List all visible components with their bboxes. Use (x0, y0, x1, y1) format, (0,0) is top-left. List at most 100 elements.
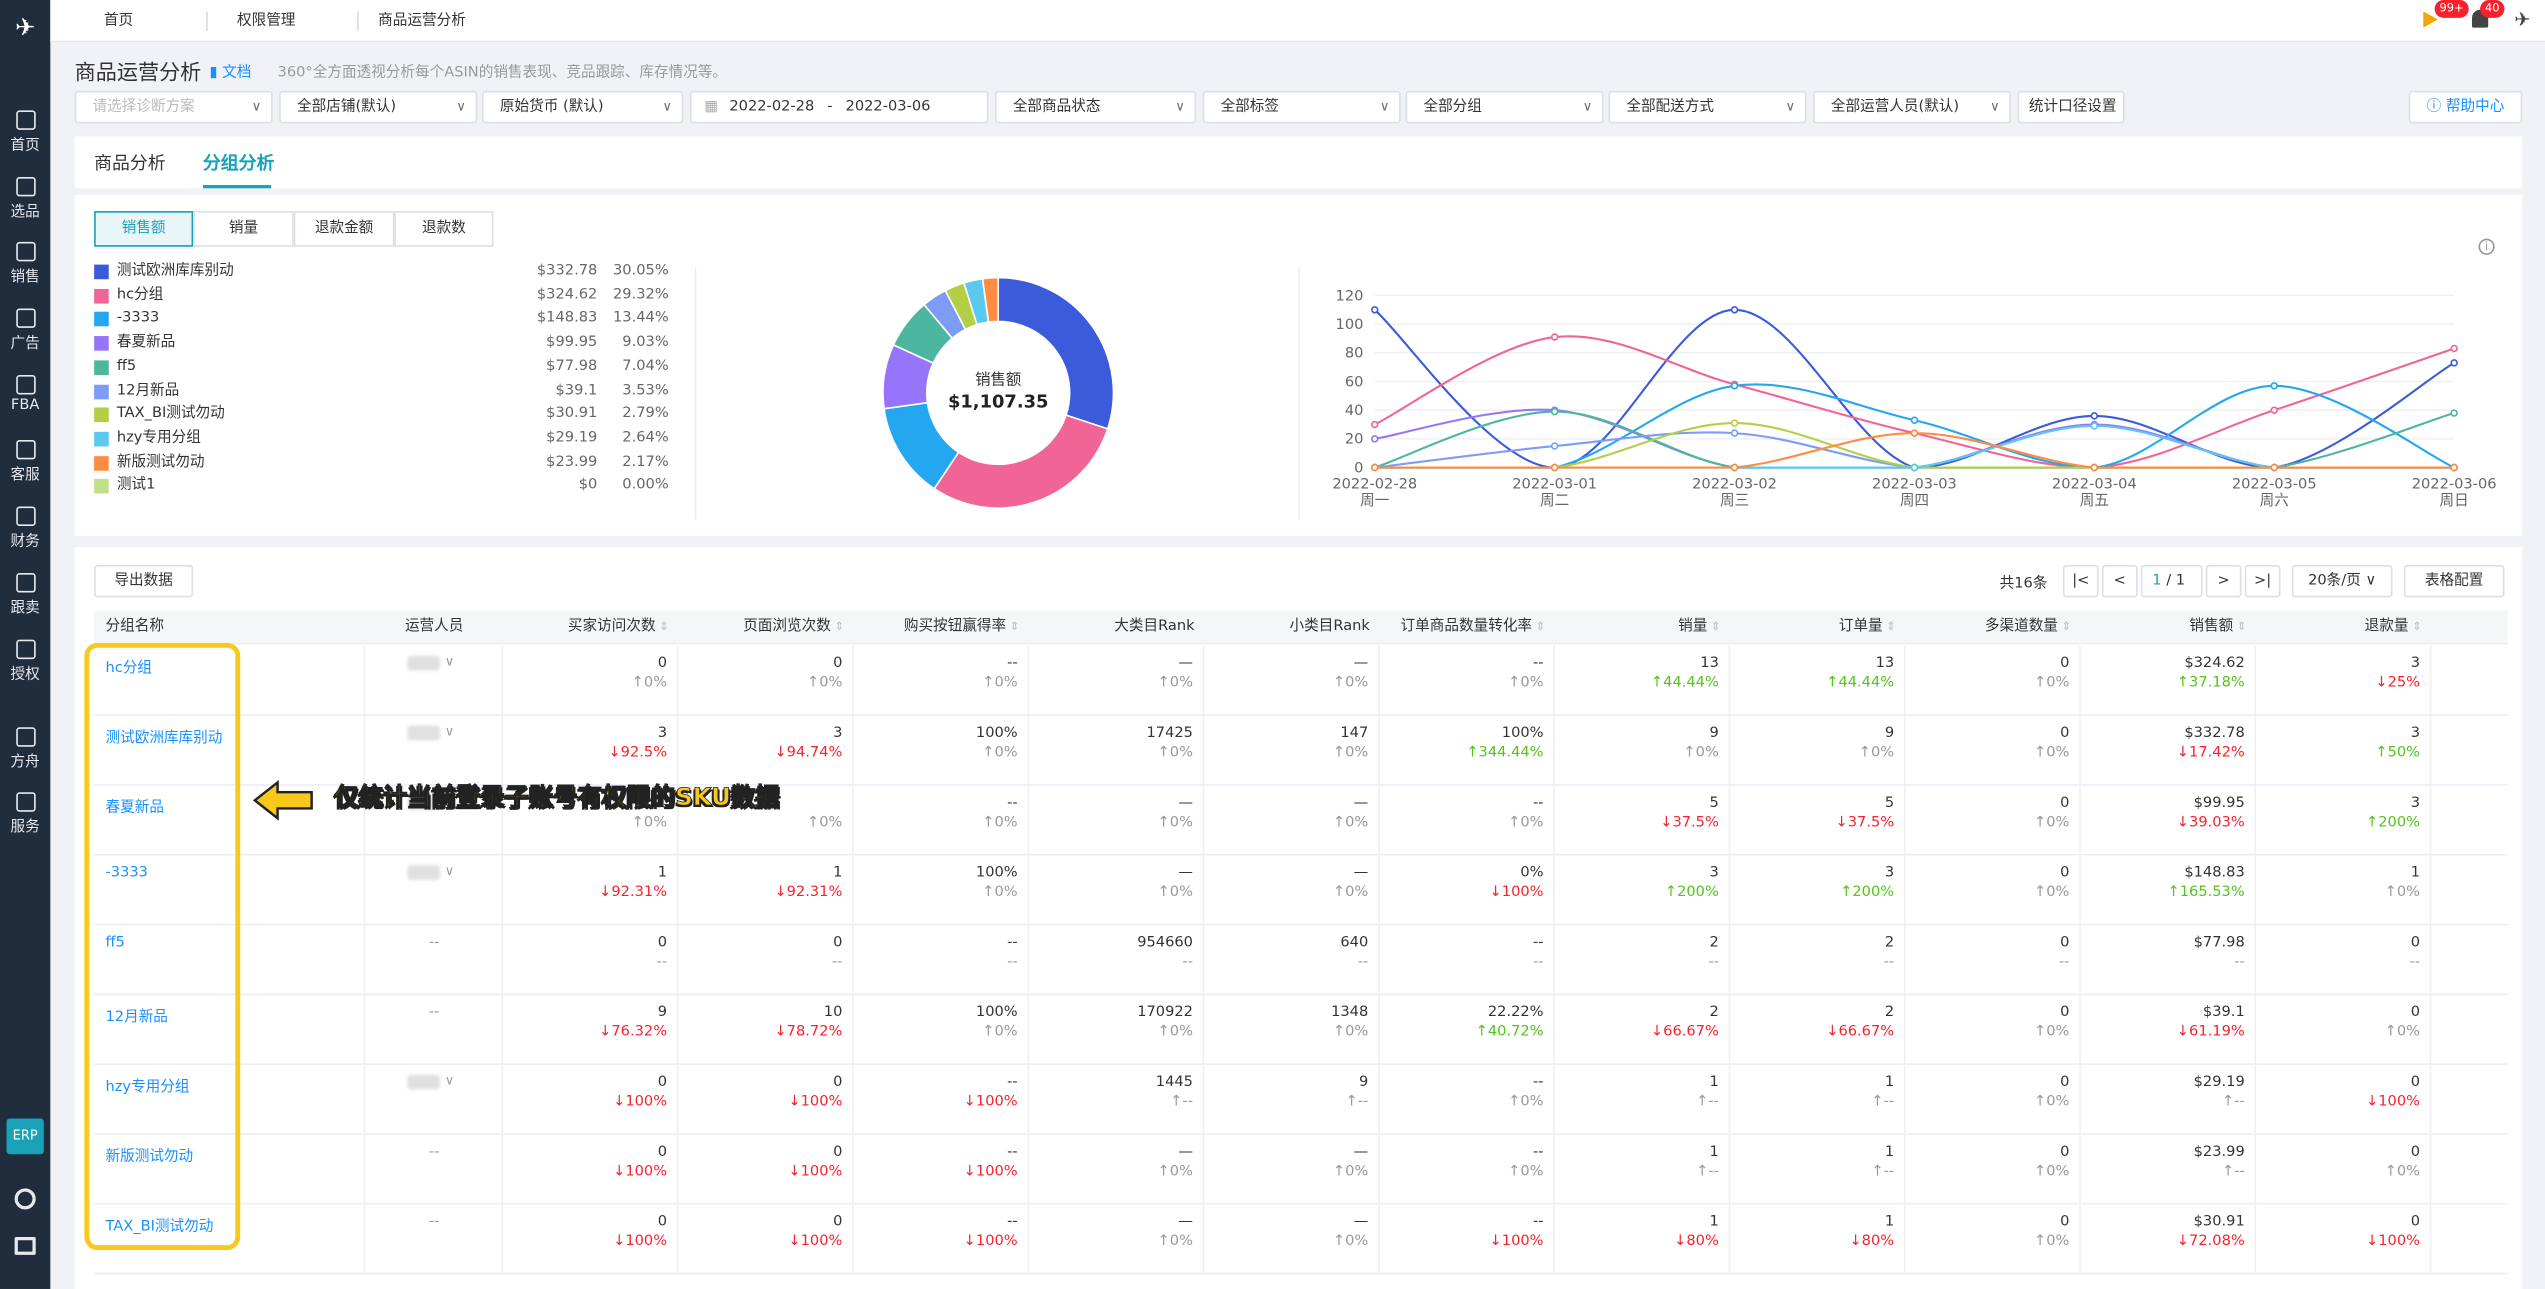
user-avatar-icon[interactable]: ✈ (2514, 8, 2533, 31)
next-page-button[interactable]: > (2205, 564, 2242, 598)
nav-item-5[interactable]: 客服 (0, 437, 50, 495)
line-point[interactable] (1910, 416, 1919, 424)
legend-item[interactable]: 春夏新品 $99.95 9.03% (94, 331, 669, 354)
line-point[interactable] (1730, 429, 1739, 437)
line-point[interactable] (2450, 463, 2458, 472)
support-icon[interactable] (14, 1188, 36, 1210)
line-point[interactable] (2270, 463, 2278, 472)
legend-item[interactable]: 测试欧洲库库别动 $332.78 30.05% (94, 260, 669, 283)
erp-button[interactable]: ERP (6, 1118, 44, 1155)
top-tab-home[interactable]: 首页 (104, 0, 133, 42)
stat-setting-button[interactable]: 统计口径设置 (2017, 90, 2125, 124)
column-header[interactable]: 页面浏览次数 ⇕ (678, 610, 853, 644)
sort-icon[interactable]: ⇕ (2058, 620, 2072, 633)
line-point[interactable] (1371, 463, 1379, 472)
nav-item-7[interactable]: 跟卖 (0, 570, 50, 628)
line-point[interactable] (1550, 333, 1559, 341)
column-header[interactable]: 订单商品数量转化率 ⇕ (1380, 610, 1555, 644)
date-range-picker[interactable]: ▦ 2022-02-28-2022-03-06 (689, 90, 989, 124)
nav-item-6[interactable]: 财务 (0, 503, 50, 561)
legend-item[interactable]: hzy专用分组 $29.19 2.64% (94, 427, 669, 450)
column-header[interactable]: 多渠道数量 ⇕ (1906, 610, 2081, 644)
column-header[interactable]: 订单量 ⇕ (1730, 610, 1905, 644)
page-input[interactable]: 1 / 1 (2140, 564, 2203, 598)
top-tab-permission[interactable]: 权限管理 (237, 0, 295, 42)
column-header[interactable]: 销量 ⇕ (1555, 610, 1730, 644)
column-header[interactable]: 退款量 ⇕ (2256, 610, 2431, 644)
sort-icon[interactable]: ⇕ (2409, 620, 2422, 633)
legend-item[interactable]: 12月新品 $39.1 3.53% (94, 379, 669, 402)
group-select[interactable]: 全部分组 ∨ (1405, 90, 1604, 124)
line-point[interactable] (1371, 420, 1379, 429)
line-point[interactable] (1730, 306, 1739, 314)
help-center-button[interactable]: ⓘ 帮助中心 (2408, 90, 2523, 124)
column-header[interactable]: 购买按钮赢得率 ⇕ (854, 610, 1029, 644)
nav-item-3[interactable]: 广告 (0, 305, 50, 363)
line-point[interactable] (1730, 463, 1739, 472)
legend-item[interactable]: ff5 $77.98 7.04% (94, 355, 669, 378)
column-header[interactable]: 小类目Rank (1204, 610, 1379, 644)
tab-group-analysis[interactable]: 分组分析 (203, 149, 274, 175)
pie-slice[interactable] (933, 414, 1109, 509)
sort-icon[interactable]: ⇕ (2233, 620, 2247, 633)
line-point[interactable] (2270, 382, 2278, 390)
column-header[interactable]: 买家访问次数 ⇕ (503, 610, 678, 644)
delivery-select[interactable]: 全部配送方式 ∨ (1608, 90, 1807, 124)
first-page-button[interactable]: |< (2062, 564, 2099, 598)
sort-icon[interactable]: ⇕ (1532, 620, 1546, 633)
doc-link[interactable]: ▮ 文档 (209, 60, 251, 81)
currency-select[interactable]: 原始货币 (默认) ∨ (482, 90, 684, 124)
legend-item[interactable]: 新版测试勿动 $23.99 2.17% (94, 451, 669, 474)
line-point[interactable] (2090, 463, 2099, 472)
line-point[interactable] (1371, 435, 1379, 443)
line-point[interactable] (2450, 409, 2458, 417)
scheme-select[interactable]: 请选择诊断方案 ∨ (74, 90, 273, 124)
nav-item-4[interactable]: FBA (0, 372, 50, 430)
sort-icon[interactable]: ⇕ (831, 620, 844, 633)
chevron-down-icon[interactable]: ∨ (445, 1073, 455, 1088)
page-size-select[interactable]: 20条/页 ∨ (2291, 564, 2393, 598)
operator-select[interactable]: 全部运营人员(默认) ∨ (1813, 90, 2012, 124)
logo-icon[interactable]: ✈ (8, 13, 42, 42)
line-point[interactable] (1550, 463, 1559, 472)
nav-item-10[interactable]: 服务 (0, 789, 50, 847)
metric-tab-refund-count[interactable]: 退款数 (394, 211, 494, 247)
line-point[interactable] (1910, 463, 1919, 472)
line-point[interactable] (2450, 344, 2458, 353)
gift-icon[interactable] (14, 1237, 36, 1255)
line-point[interactable] (1550, 407, 1559, 416)
chevron-down-icon[interactable]: ∨ (445, 654, 455, 669)
sort-icon[interactable]: ⇕ (1006, 620, 1020, 633)
sort-icon[interactable]: ⇕ (1707, 620, 1721, 633)
line-series[interactable] (1374, 308, 2455, 469)
tab-product-analysis[interactable]: 商品分析 (94, 149, 165, 175)
metric-tab-quantity[interactable]: 销量 (193, 211, 294, 247)
sort-icon[interactable]: ⇕ (1883, 620, 1896, 633)
date-end[interactable]: 2022-03-06 (846, 99, 931, 115)
nav-item-8[interactable]: 授权 (0, 636, 50, 694)
line-point[interactable] (1910, 429, 1919, 437)
line-point[interactable] (1371, 306, 1379, 314)
line-point[interactable] (1730, 419, 1739, 427)
tag-select[interactable]: 全部标签 ∨ (1202, 90, 1401, 124)
product-status-select[interactable]: 全部商品状态 ∨ (994, 90, 1197, 124)
column-header[interactable]: 销售额 ⇕ (2081, 610, 2256, 644)
line-point[interactable] (2090, 412, 2099, 420)
nav-item-9[interactable]: 方舟 (0, 724, 50, 782)
shop-select[interactable]: 全部店铺(默认) ∨ (279, 90, 478, 124)
last-page-button[interactable]: >| (2244, 564, 2281, 598)
line-point[interactable] (2450, 359, 2458, 367)
nav-item-2[interactable]: 销售 (0, 239, 50, 297)
line-point[interactable] (1730, 382, 1739, 390)
export-button[interactable]: 导出数据 (94, 564, 194, 598)
nav-item-1[interactable]: 选品 (0, 174, 50, 232)
legend-item[interactable]: TAX_BI测试勿动 $30.91 2.79% (94, 403, 669, 426)
sort-icon[interactable]: ⇕ (656, 620, 669, 633)
prev-page-button[interactable]: < (2101, 564, 2138, 598)
legend-item[interactable]: 测试1 $0 0.00% (94, 475, 669, 498)
line-point[interactable] (1550, 442, 1559, 450)
chevron-down-icon[interactable]: ∨ (445, 864, 455, 879)
metric-tab-sales[interactable]: 销售额 (94, 211, 194, 247)
top-tab-product-analysis[interactable]: 商品运营分析 (378, 0, 466, 42)
metric-tab-refund-amount[interactable]: 退款金额 (293, 211, 395, 247)
